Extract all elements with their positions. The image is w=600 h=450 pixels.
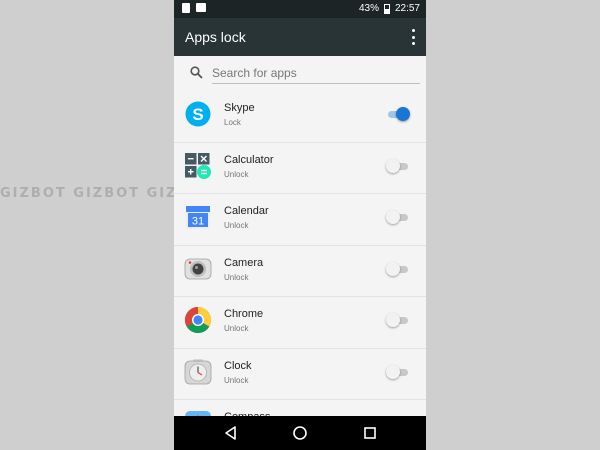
app-name: Clock: [224, 359, 252, 372]
image-notification-icon: [196, 3, 206, 12]
sim-icon: [182, 3, 190, 13]
app-lock-status: Unlock: [224, 375, 249, 385]
app-lock-status: Lock: [224, 118, 241, 127]
overflow-menu-icon[interactable]: [410, 29, 416, 45]
chrome-icon: [184, 306, 212, 334]
app-lock-status: Unlock: [224, 272, 249, 282]
app-row-calendar[interactable]: 31 Calendar Unlock: [174, 194, 426, 246]
navigation-bar: [174, 416, 426, 450]
back-icon[interactable]: [223, 425, 239, 441]
battery-percent: 43%: [358, 3, 379, 14]
app-row-camera[interactable]: Camera Unlock: [174, 246, 426, 297]
battery-icon: [383, 3, 390, 14]
lock-toggle[interactable]: [386, 313, 410, 327]
svg-text:S: S: [192, 105, 203, 124]
search-icon: [190, 66, 203, 79]
clock-icon: [184, 359, 212, 384]
page-title: Apps lock: [185, 29, 246, 45]
app-lock-status: Unlock: [224, 221, 249, 230]
app-row-clock[interactable]: Clock Unlock: [174, 349, 426, 400]
calendar-icon: 31: [186, 206, 210, 229]
recents-icon[interactable]: [362, 425, 378, 441]
app-toolbar: Apps lock: [174, 18, 426, 56]
lock-toggle[interactable]: [386, 210, 410, 224]
camera-icon: [184, 258, 212, 279]
lock-toggle[interactable]: [386, 261, 410, 276]
app-row-chrome[interactable]: Chrome Unlock: [174, 297, 426, 349]
svg-text:31: 31: [192, 216, 204, 228]
search-bar: [188, 60, 420, 86]
app-list: S Skype Lock Calculator Unlock 31 Calend…: [174, 91, 426, 450]
lock-toggle[interactable]: [386, 364, 410, 379]
app-row-skype[interactable]: S Skype Lock: [174, 91, 426, 143]
app-name: Camera: [224, 256, 264, 269]
search-input[interactable]: [212, 62, 420, 84]
app-name: Chrome: [224, 308, 264, 320]
home-icon[interactable]: [292, 425, 308, 441]
app-row-calculator[interactable]: Calculator Unlock: [174, 143, 426, 194]
app-lock-status: Unlock: [224, 324, 249, 333]
clock-time: 22:57: [394, 3, 420, 14]
app-name: Calendar: [224, 205, 269, 217]
phone-screen: 43% 22:57 Apps lock S Skype Lock: [174, 0, 426, 450]
calculator-icon: [185, 152, 211, 179]
app-name: Calculator: [224, 153, 274, 166]
status-bar: 43% 22:57: [174, 0, 426, 18]
app-lock-status: Unlock: [224, 169, 249, 179]
skype-icon: S: [185, 101, 211, 127]
app-name: Skype: [224, 102, 255, 114]
lock-toggle[interactable]: [386, 107, 410, 121]
lock-toggle[interactable]: [386, 158, 410, 173]
